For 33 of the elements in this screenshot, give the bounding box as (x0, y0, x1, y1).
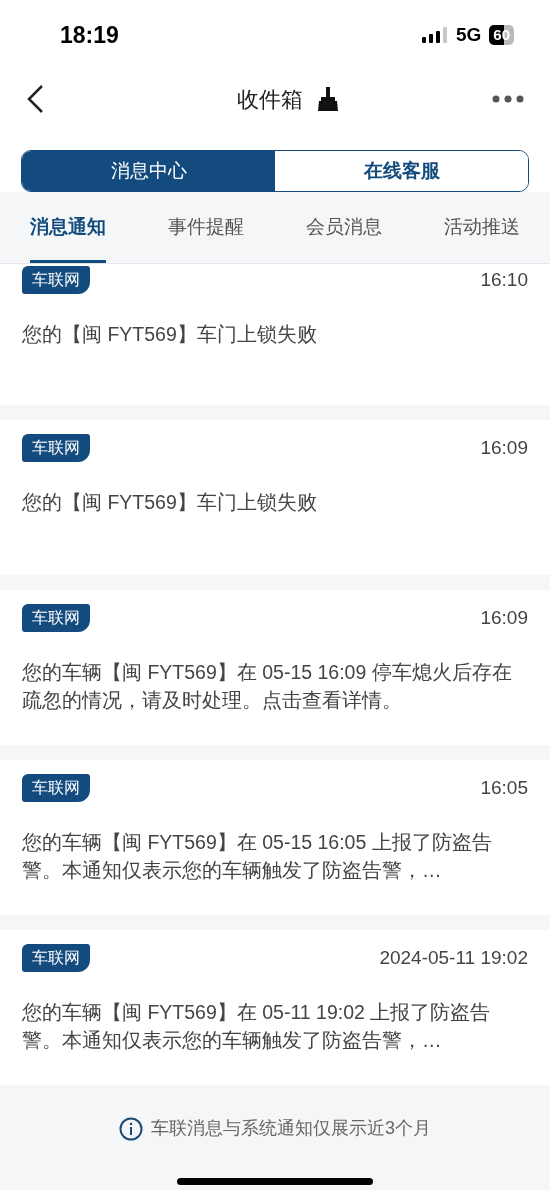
category-tab[interactable]: 会员消息 (306, 192, 382, 263)
footer-note: 车联消息与系统通知仅展示近3个月 (151, 1117, 431, 1140)
message-time: 16:10 (480, 267, 528, 292)
broom-icon[interactable] (317, 87, 339, 111)
info-icon (119, 1116, 143, 1141)
message-text: 您的【闽 FYT569】车门上锁失败 (22, 322, 318, 347)
back-icon[interactable] (26, 84, 44, 114)
network-label: 5G (455, 22, 482, 47)
status-time: 18:19 (60, 20, 119, 50)
message-text: 您的车辆【闽 FYT569】在 05-15 16:05 上报了防盗告警。本通知仅表示您的车辆触发了防盗告警，… (22, 830, 493, 883)
message-card[interactable]: 车联网 16:09 您的车辆【闽 FYT569】在 05-15 16:09 停车熄火后存在疏忽的情况，请及时处理。点击查看详情。 (0, 590, 550, 745)
message-text: 您的车辆【闽 FYT569】在 05-15 16:09 停车熄火后存在疏忽的情况，请及时处理。点击查看详情。 (22, 660, 513, 713)
message-card[interactable]: 车联网 16:10 您的【闽 FYT569】车门上锁失败 (0, 264, 550, 405)
message-time: 16:09 (480, 435, 528, 460)
source-tag: 车联网 (22, 434, 90, 462)
source-tag: 车联网 (22, 266, 90, 294)
message-card[interactable]: 车联网 16:05 您的车辆【闽 FYT569】在 05-15 16:05 上报了防盗告警。本通知仅表示您的车辆触发了防盗告警，… (0, 760, 550, 915)
message-card[interactable]: 车联网 2024-05-11 19:02 您的车辆【闽 FYT569】在 05-11 19:02 上报了防盗告警。本通知仅表示您的车辆触发了防盗告警，… (0, 930, 550, 1085)
message-time: 16:09 (480, 605, 528, 630)
signal-icon (421, 27, 448, 43)
message-time: 2024-05-11 19:02 (379, 945, 528, 970)
page-title: 收件箱 (237, 85, 303, 114)
segment-tab[interactable]: 消息中心 (22, 151, 275, 191)
source-tag: 车联网 (22, 604, 90, 632)
category-tab[interactable]: 活动推送 (444, 192, 520, 263)
message-card[interactable]: 车联网 16:09 您的【闽 FYT569】车门上锁失败 (0, 420, 550, 575)
source-tag: 车联网 (22, 774, 90, 802)
message-time: 16:05 (480, 775, 528, 800)
more-icon[interactable] (492, 95, 524, 103)
message-text: 您的车辆【闽 FYT569】在 05-11 19:02 上报了防盗告警。本通知仅表示您的车辆触发了防盗告警，… (22, 1000, 492, 1053)
message-text: 您的【闽 FYT569】车门上锁失败 (22, 490, 318, 515)
source-tag: 车联网 (22, 944, 90, 972)
category-tab[interactable]: 事件提醒 (168, 192, 244, 263)
